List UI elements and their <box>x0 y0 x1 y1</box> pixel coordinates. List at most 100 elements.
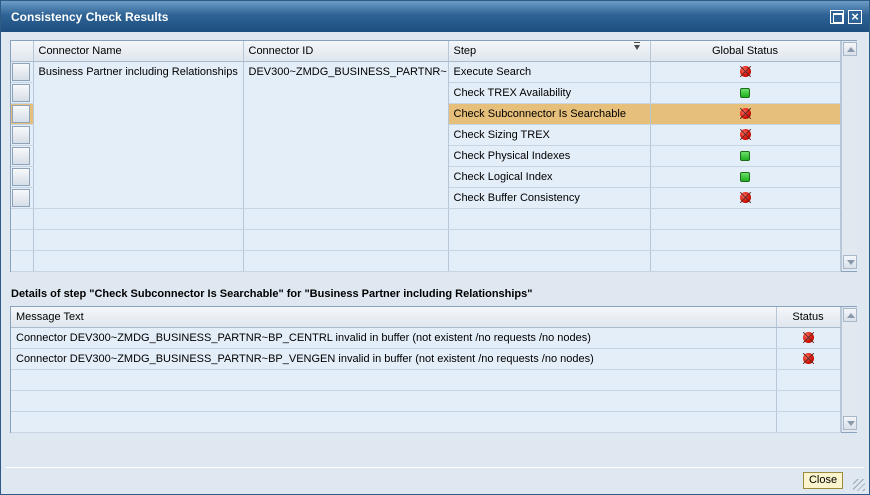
table-row[interactable]: Check Sizing TREX <box>11 124 841 146</box>
cell-status <box>776 411 841 433</box>
cell-status <box>776 327 841 349</box>
table-row[interactable]: Check TREX Availability <box>11 82 841 104</box>
title-bar[interactable]: Consistency Check Results × <box>1 1 869 32</box>
table-row[interactable] <box>11 390 841 412</box>
cell-connector-id <box>243 208 449 230</box>
cell-connector-id: DEV300~ZMDG_BUSINESS_PARTNR~ <box>243 61 449 82</box>
row-selector <box>11 229 34 251</box>
column-header-connector-name[interactable]: Connector Name <box>33 41 244 62</box>
row-select-button[interactable] <box>12 168 30 186</box>
cell-connector-id <box>243 145 449 166</box>
row-selector[interactable] <box>11 145 34 167</box>
status-error-icon <box>739 129 751 141</box>
cell-message-text <box>11 390 777 412</box>
column-header-connector-id[interactable]: Connector ID <box>243 41 449 62</box>
results-scrollbar[interactable] <box>841 41 857 271</box>
column-header-status[interactable]: Status <box>776 307 841 328</box>
row-select-button[interactable] <box>12 84 30 102</box>
footer-divider <box>6 467 864 468</box>
cell-global-status <box>650 145 841 167</box>
status-ok-icon <box>740 171 750 182</box>
table-row[interactable] <box>11 369 841 391</box>
cell-connector-name <box>33 145 244 166</box>
column-header-step-label: Step <box>453 44 477 57</box>
row-selector[interactable] <box>11 61 34 83</box>
cell-connector-id <box>243 82 449 103</box>
status-error-icon <box>739 108 751 120</box>
status-error-icon <box>802 353 814 365</box>
table-row[interactable] <box>11 411 841 433</box>
dialog-window: Consistency Check Results × Connector Na… <box>0 0 870 495</box>
cell-connector-name <box>33 166 244 187</box>
cell-global-status <box>650 250 841 272</box>
table-row[interactable]: Connector DEV300~ZMDG_BUSINESS_PARTNR~BP… <box>11 348 841 370</box>
cell-message-text <box>11 411 777 433</box>
maximize-icon[interactable] <box>830 10 844 24</box>
cell-connector-id <box>243 229 449 251</box>
table-row[interactable] <box>11 208 841 230</box>
scroll-down-button[interactable] <box>843 416 857 430</box>
cell-connector-name: Business Partner including Relationships <box>33 61 244 82</box>
column-header-message-text[interactable]: Message Text <box>11 307 777 328</box>
status-error-icon <box>802 332 814 344</box>
table-row[interactable]: Check Logical Index <box>11 166 841 188</box>
status-error-icon <box>739 66 751 78</box>
cell-message-text: Connector DEV300~ZMDG_BUSINESS_PARTNR~BP… <box>11 348 777 370</box>
resize-grip-icon[interactable] <box>853 479 865 491</box>
cell-connector-id <box>243 166 449 187</box>
cell-global-status <box>650 103 841 125</box>
results-table: Connector Name Connector ID Step Global … <box>10 40 857 272</box>
cell-global-status <box>650 82 841 104</box>
table-row[interactable]: Check Subconnector Is Searchable <box>11 103 841 125</box>
row-selector <box>11 208 34 230</box>
cell-step: Check TREX Availability <box>448 82 651 104</box>
status-ok-icon <box>740 87 750 98</box>
row-selector[interactable] <box>11 124 34 146</box>
row-select-button[interactable] <box>12 63 30 81</box>
cell-connector-id <box>243 103 449 124</box>
close-button[interactable]: Close <box>803 472 843 489</box>
row-select-button[interactable] <box>12 147 30 165</box>
table-row[interactable] <box>11 250 841 272</box>
cell-global-status <box>650 124 841 146</box>
cell-status <box>776 369 841 391</box>
row-selector[interactable] <box>11 187 34 209</box>
table-row[interactable] <box>11 229 841 251</box>
row-selector[interactable] <box>11 103 34 125</box>
table-row[interactable]: Check Physical Indexes <box>11 145 841 167</box>
cell-step: Check Logical Index <box>448 166 651 188</box>
row-selector <box>11 250 34 272</box>
cell-connector-name <box>33 103 244 124</box>
cell-global-status <box>650 61 841 83</box>
row-select-button[interactable] <box>12 189 30 207</box>
row-select-button[interactable] <box>12 105 30 123</box>
scroll-up-button[interactable] <box>843 42 857 56</box>
cell-status <box>776 348 841 370</box>
cell-status <box>776 390 841 412</box>
status-error-icon <box>739 192 751 204</box>
cell-global-status <box>650 208 841 230</box>
cell-connector-name <box>33 187 244 209</box>
details-scrollbar[interactable] <box>841 307 857 432</box>
cell-connector-name <box>33 229 244 251</box>
scroll-up-button[interactable] <box>843 308 857 322</box>
filter-icon[interactable] <box>633 42 640 50</box>
column-header-step[interactable]: Step <box>448 41 651 62</box>
cell-connector-id <box>243 124 449 145</box>
cell-step <box>448 208 651 230</box>
column-header-global-status[interactable]: Global Status <box>650 41 841 62</box>
row-selector[interactable] <box>11 166 34 188</box>
row-selector[interactable] <box>11 82 34 104</box>
close-icon[interactable]: × <box>848 10 862 24</box>
row-select-button[interactable] <box>12 126 30 144</box>
cell-connector-id <box>243 250 449 272</box>
cell-global-status <box>650 187 841 209</box>
cell-global-status <box>650 166 841 188</box>
table-row[interactable]: Connector DEV300~ZMDG_BUSINESS_PARTNR~BP… <box>11 327 841 349</box>
cell-message-text: Connector DEV300~ZMDG_BUSINESS_PARTNR~BP… <box>11 327 777 349</box>
select-all-header[interactable] <box>11 41 34 62</box>
scroll-down-button[interactable] <box>843 255 857 269</box>
table-row[interactable]: Business Partner including Relationships… <box>11 61 841 83</box>
cell-message-text <box>11 369 777 391</box>
table-row[interactable]: Check Buffer Consistency <box>11 187 841 209</box>
